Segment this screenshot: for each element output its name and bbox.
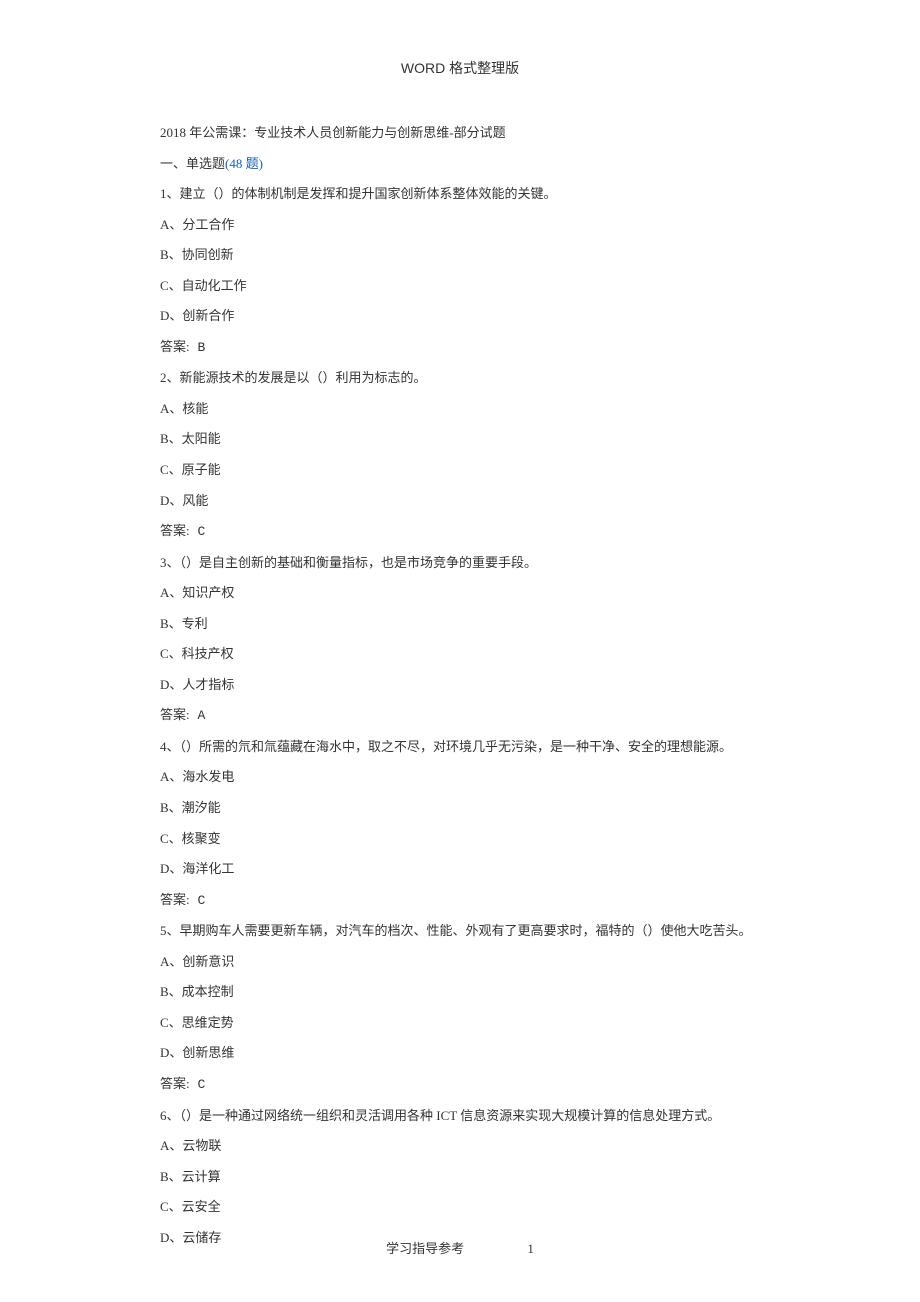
question-block: 3、（）是自主创新的基础和衡量指标，也是市场竞争的重要手段。 A、知识产权 B、… [160,548,760,732]
section-count: (48 题) [225,156,263,171]
question-option: A、分工合作 [160,210,760,241]
question-answer: 答案: C [160,1069,760,1101]
document-body: 2018 年公需课：专业技术人员创新能力与创新思维-部分试题 一、单选题(48 … [0,78,920,1253]
question-option: D、创新思维 [160,1038,760,1069]
question-stem: 2、新能源技术的发展是以（）利用为标志的。 [160,363,760,394]
question-answer: 答案: B [160,332,760,364]
question-stem: 3、（）是自主创新的基础和衡量指标，也是市场竞争的重要手段。 [160,548,760,579]
question-stem: 1、建立（）的体制机制是发挥和提升国家创新体系整体效能的关键。 [160,179,760,210]
page-header: WORD 格式整理版 [0,0,920,78]
section-label: 一、单选题 [160,156,225,171]
question-option: D、创新合作 [160,301,760,332]
question-option: A、创新意识 [160,947,760,978]
question-block: 4、（）所需的氘和氚蕴藏在海水中，取之不尽，对环境几乎无污染，是一种干净、安全的… [160,732,760,916]
question-option: A、海水发电 [160,762,760,793]
question-option: B、太阳能 [160,424,760,455]
section-header: 一、单选题(48 题) [160,149,760,180]
question-option: C、思维定势 [160,1008,760,1039]
question-option: D、风能 [160,486,760,517]
question-option: C、自动化工作 [160,271,760,302]
question-block: 2、新能源技术的发展是以（）利用为标志的。 A、核能 B、太阳能 C、原子能 D… [160,363,760,547]
question-option: A、知识产权 [160,578,760,609]
question-option: B、协同创新 [160,240,760,271]
question-block: 6、（）是一种通过网络统一组织和灵活调用各种 ICT 信息资源来实现大规模计算的… [160,1101,760,1254]
question-option: A、核能 [160,394,760,425]
page-footer: 学习指导参考 1 [0,1238,920,1257]
question-answer: 答案: C [160,885,760,917]
question-option: C、原子能 [160,455,760,486]
document-title: 2018 年公需课：专业技术人员创新能力与创新思维-部分试题 [160,118,760,149]
question-option: B、专利 [160,609,760,640]
question-stem: 5、早期购车人需要更新车辆，对汽车的档次、性能、外观有了更高要求时，福特的（）使… [160,916,760,947]
question-answer: 答案: A [160,700,760,732]
question-stem: 4、（）所需的氘和氚蕴藏在海水中，取之不尽，对环境几乎无污染，是一种干净、安全的… [160,732,760,763]
question-option: D、海洋化工 [160,854,760,885]
question-option: A、云物联 [160,1131,760,1162]
question-block: 5、早期购车人需要更新车辆，对汽车的档次、性能、外观有了更高要求时，福特的（）使… [160,916,760,1100]
question-stem: 6、（）是一种通过网络统一组织和灵活调用各种 ICT 信息资源来实现大规模计算的… [160,1101,760,1132]
footer-text: 学习指导参考 [386,1238,464,1257]
question-option: C、云安全 [160,1192,760,1223]
question-option: B、云计算 [160,1162,760,1193]
question-option: C、科技产权 [160,639,760,670]
question-option: D、人才指标 [160,670,760,701]
question-option: B、潮汐能 [160,793,760,824]
question-answer: 答案: C [160,516,760,548]
question-option: C、核聚变 [160,824,760,855]
page-number: 1 [527,1241,534,1257]
question-block: 1、建立（）的体制机制是发挥和提升国家创新体系整体效能的关键。 A、分工合作 B… [160,179,760,363]
question-option: B、成本控制 [160,977,760,1008]
